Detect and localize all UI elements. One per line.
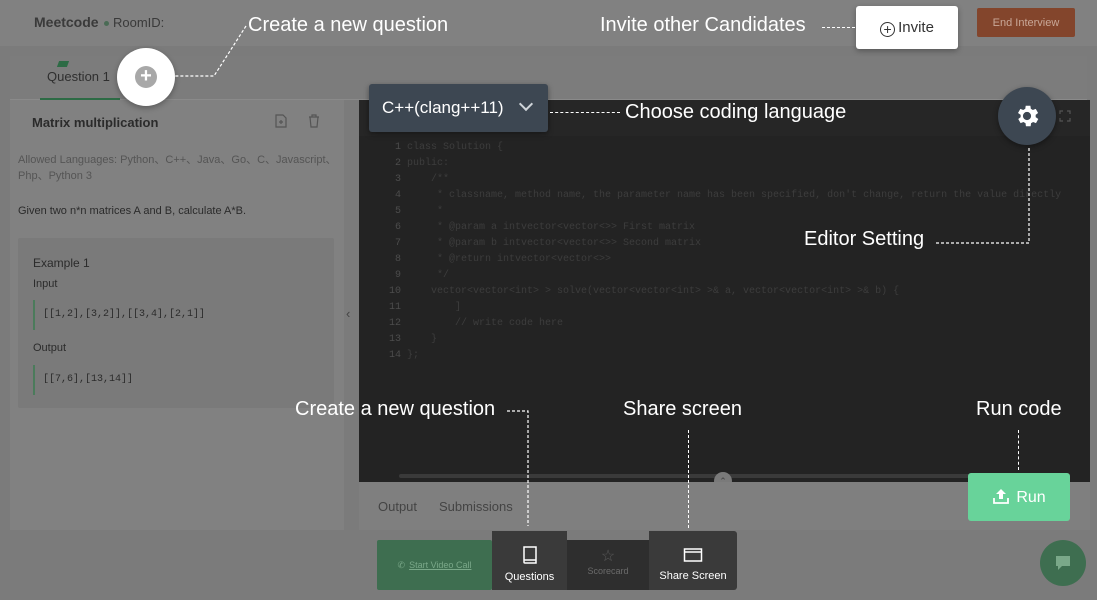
code-text: /**: [407, 174, 450, 185]
question-title: Matrix multiplication: [32, 115, 159, 130]
code-text: }: [407, 334, 438, 345]
fullscreen-icon[interactable]: [1059, 110, 1073, 124]
scorecard-label: Scorecard: [587, 566, 629, 576]
callout-connector: [936, 148, 1030, 244]
star-icon: ☆: [600, 548, 616, 565]
callout-line: [550, 112, 620, 113]
example-box: Example 1 Input [[1,2],[3,2]],[[3,4],[2,…: [18, 238, 334, 408]
share-screen-label: Share Screen: [659, 569, 727, 582]
code-line[interactable]: 11 ]: [379, 300, 1061, 316]
code-line[interactable]: 12 // write code here: [379, 316, 1061, 332]
code-text: * @param b intvector<vector<>> Second ma…: [407, 238, 702, 249]
callout-create-question-bottom: Create a new question: [295, 398, 496, 420]
line-number: 12: [388, 318, 401, 329]
line-number: 6: [394, 222, 401, 233]
chat-icon: [1056, 555, 1070, 570]
start-video-call-button[interactable]: ✆ Start Video Call: [377, 540, 492, 590]
output-value: [[7,6],[13,14]]: [33, 365, 133, 395]
file-icon[interactable]: [275, 114, 289, 128]
gear-icon: [1018, 105, 1039, 127]
scorecard-button[interactable]: ☆ Scorecard: [567, 540, 649, 590]
code-line[interactable]: 10 vector<vector<int> > solve(vector<vec…: [379, 284, 1061, 300]
line-number: 10: [388, 286, 401, 297]
delete-icon[interactable]: [308, 114, 322, 128]
run-label: Run: [1016, 489, 1046, 506]
line-number: 4: [394, 190, 401, 201]
code-text: ]: [407, 302, 462, 313]
code-text: // write code here: [407, 318, 564, 329]
code-text: vector<vector<int> > solve(vector<vector…: [407, 286, 900, 297]
code-line[interactable]: 13 }: [379, 332, 1061, 348]
line-number: 1: [394, 142, 401, 153]
example-title: Example 1: [33, 256, 90, 270]
callout-share-screen: Share screen: [623, 398, 742, 420]
callout-run-code: Run code: [976, 398, 1062, 420]
question-description: Given two n*n matrices A and B, calculat…: [18, 205, 247, 217]
language-select[interactable]: C++(clang++11): [369, 84, 548, 132]
chevron-down-icon: [518, 96, 534, 112]
callout-line: [1018, 430, 1019, 470]
collapse-panel-icon[interactable]: ‹: [346, 306, 350, 321]
line-number: 2: [394, 158, 401, 169]
code-line[interactable]: 14};: [379, 348, 1061, 364]
code-text: */: [407, 270, 450, 281]
line-number: 7: [394, 238, 401, 249]
callout-create-question-top: Create a new question: [248, 14, 449, 36]
flag-icon: [56, 61, 70, 67]
tab-output[interactable]: Output: [378, 499, 417, 514]
question-panel: Matrix multiplication Allowed Languages:…: [10, 100, 344, 530]
run-code-button[interactable]: Run: [968, 473, 1070, 521]
app-logo: Meetcode: [34, 14, 99, 30]
allowed-languages: Allowed Languages: Python、C++、Java、Go、C、…: [18, 154, 337, 182]
line-number: 3: [394, 174, 401, 185]
questions-button[interactable]: Questions: [492, 531, 567, 590]
share-screen-button[interactable]: Share Screen: [649, 531, 737, 590]
end-interview-button[interactable]: End Interview: [977, 8, 1075, 37]
plus-icon: +: [135, 66, 157, 88]
tab-question-1[interactable]: Question 1: [47, 69, 110, 84]
editor-settings-button[interactable]: [998, 87, 1056, 145]
code-text: * @param a intvector<vector<>> First mat…: [407, 222, 696, 233]
tab-submissions[interactable]: Submissions: [439, 499, 513, 514]
code-line[interactable]: 8 * @return intvector<vector<>>: [379, 252, 1061, 268]
invite-label: Invite: [898, 18, 934, 36]
video-call-label: Start Video Call: [409, 560, 472, 570]
callout-coding-language: Choose coding language: [625, 101, 847, 123]
room-id-label: RoomID:: [104, 15, 164, 30]
code-line[interactable]: 9 */: [379, 268, 1061, 284]
callout-connector: [174, 25, 247, 77]
input-value: [[1,2],[3,2]],[[3,4],[2,1]]: [33, 300, 205, 330]
phone-icon: ✆: [397, 560, 406, 570]
callout-invite: Invite other Candidates: [600, 14, 806, 36]
line-number: 5: [394, 206, 401, 217]
chat-button[interactable]: [1040, 540, 1086, 586]
code-text: class Solution {: [407, 142, 504, 153]
code-text: *: [407, 206, 444, 217]
callout-line: [688, 430, 689, 528]
input-label: Input: [33, 278, 58, 290]
questions-label: Questions: [504, 570, 555, 583]
callout-connector: [507, 410, 529, 526]
line-number: 9: [394, 270, 401, 281]
upload-icon: [993, 489, 1010, 504]
output-label: Output: [33, 342, 67, 354]
language-value: C++(clang++11): [382, 98, 504, 117]
plus-circle-icon: +: [880, 21, 896, 37]
book-icon: [522, 545, 537, 564]
screen-icon: [683, 547, 703, 562]
line-number: 14: [388, 350, 401, 361]
code-text: };: [407, 350, 420, 361]
callout-line: [822, 27, 855, 28]
line-number: 11: [388, 302, 401, 313]
add-question-button[interactable]: +: [117, 48, 175, 106]
line-number: 8: [394, 254, 401, 265]
callout-editor-setting: Editor Setting: [804, 228, 925, 250]
code-text: * @return intvector<vector<>>: [407, 254, 612, 265]
invite-button[interactable]: + Invite: [856, 6, 958, 49]
code-text: public:: [407, 158, 450, 169]
line-number: 13: [388, 334, 401, 345]
